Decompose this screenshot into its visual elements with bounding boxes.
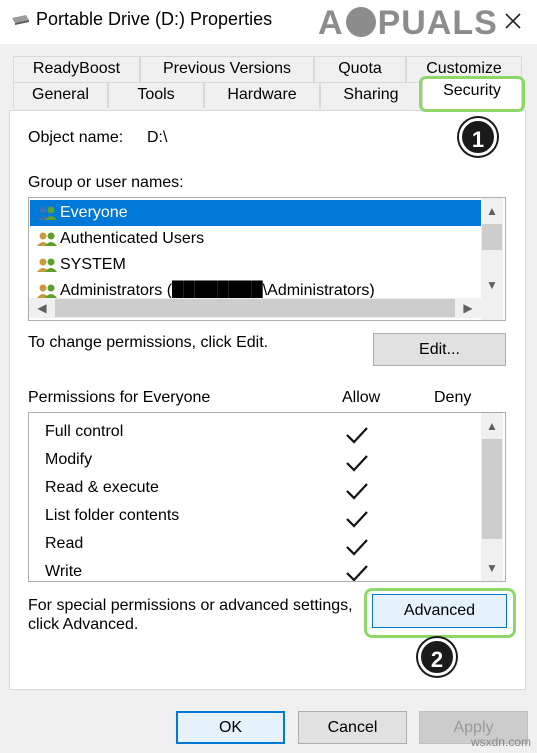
users-icon <box>37 206 57 220</box>
tab-quota[interactable]: Quota <box>314 56 406 82</box>
users-listbox[interactable]: Everyone Authenticated Users SYSTEM Admi… <box>28 197 506 321</box>
site-watermark: wsxdn.com <box>470 735 531 749</box>
change-permissions-text: To change permissions, click Edit. <box>28 334 269 351</box>
user-name: Authenticated Users <box>60 230 205 247</box>
step-2-marker: 2 <box>418 638 456 676</box>
allow-check-icon <box>346 483 368 500</box>
scroll-down-icon[interactable]: ▼ <box>481 274 503 296</box>
permissions-for-label: Permissions for Everyone <box>28 389 211 406</box>
user-name: SYSTEM <box>60 256 126 273</box>
step-1-marker: 1 <box>459 118 497 156</box>
scroll-up-icon[interactable]: ▲ <box>481 415 503 437</box>
allow-column-header: Allow <box>342 389 381 406</box>
permission-row: Write <box>45 563 83 580</box>
permission-row: Read <box>45 535 84 552</box>
users-vertical-scrollbar[interactable]: ▲ ▼ <box>481 198 503 298</box>
allow-check-icon <box>346 539 368 556</box>
scroll-left-icon[interactable]: ◀ <box>31 297 53 319</box>
scroll-down-icon[interactable]: ▼ <box>481 557 503 579</box>
appuals-logo: A PUALS <box>318 4 498 42</box>
users-icon <box>37 232 57 246</box>
list-item-everyone[interactable]: Everyone <box>30 200 482 226</box>
permission-row: Modify <box>45 451 93 468</box>
permissions-vertical-scrollbar[interactable]: ▲ ▼ <box>481 413 503 581</box>
tab-previous-versions[interactable]: Previous Versions <box>140 56 314 82</box>
tab-hardware[interactable]: Hardware <box>204 82 320 108</box>
group-names-label: Group or user names: <box>28 174 184 191</box>
special-permissions-text-1: For special permissions or advanced sett… <box>28 597 353 614</box>
scroll-thumb[interactable] <box>55 299 455 317</box>
tab-readyboost[interactable]: ReadyBoost <box>13 56 140 82</box>
advanced-button[interactable]: Advanced <box>372 594 507 628</box>
edit-button[interactable]: Edit... <box>373 333 506 366</box>
user-name: Everyone <box>60 204 128 221</box>
permission-row: Full control <box>45 423 124 440</box>
window-title: Portable Drive (D:) Properties <box>36 9 273 29</box>
tab-general[interactable]: General <box>13 82 108 108</box>
list-item-authenticated-users[interactable]: Authenticated Users <box>30 226 482 252</box>
cancel-button[interactable]: Cancel <box>298 711 407 744</box>
mascot-icon <box>345 7 376 37</box>
drive-icon <box>12 15 29 25</box>
list-item-system[interactable]: SYSTEM <box>30 252 482 278</box>
scroll-thumb[interactable] <box>482 224 502 250</box>
scroll-corner <box>481 298 503 320</box>
allow-check-icon <box>346 455 368 472</box>
deny-column-header: Deny <box>434 389 472 406</box>
scroll-up-icon[interactable]: ▲ <box>481 200 503 222</box>
users-icon <box>37 258 57 272</box>
tab-sharing[interactable]: Sharing <box>320 82 422 108</box>
tab-tools[interactable]: Tools <box>108 82 204 108</box>
object-name-label: Object name: <box>28 129 124 146</box>
allow-check-icon <box>346 511 368 528</box>
special-permissions-text-2: click Advanced. <box>28 616 139 633</box>
allow-check-icon <box>346 565 368 581</box>
permission-row: Read & execute <box>45 479 159 496</box>
ok-button[interactable]: OK <box>176 711 285 744</box>
scroll-right-icon[interactable]: ▶ <box>457 297 479 319</box>
close-icon[interactable] <box>500 8 526 34</box>
tab-security[interactable]: Security <box>422 78 522 112</box>
permissions-listbox: Full control Modify Read & execute List … <box>28 412 506 582</box>
object-name-value: D:\ <box>147 129 168 146</box>
scroll-thumb[interactable] <box>482 439 502 539</box>
permission-row: List folder contents <box>45 507 180 524</box>
allow-check-icon <box>346 427 368 444</box>
users-horizontal-scrollbar[interactable]: ◀ ▶ <box>29 298 481 318</box>
